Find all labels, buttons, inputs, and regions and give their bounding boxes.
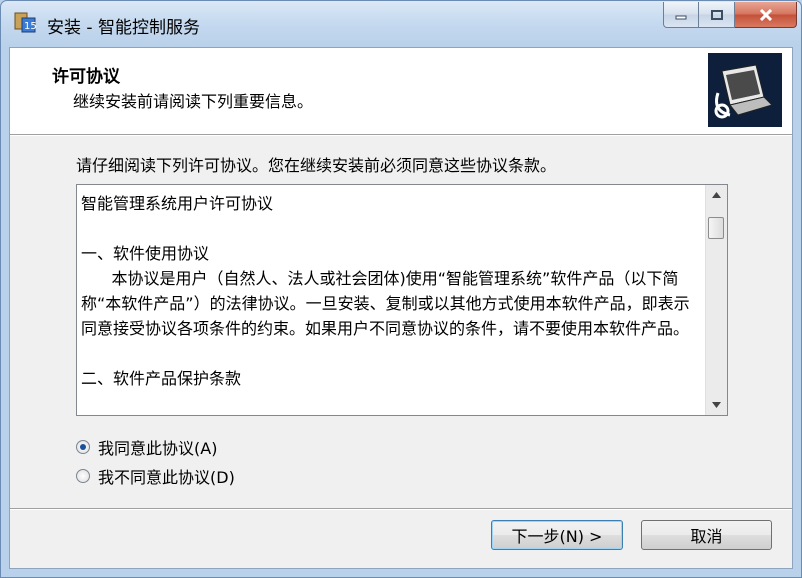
accept-radio[interactable] <box>76 440 90 454</box>
installer-app-icon: 15 <box>14 12 37 33</box>
decline-option[interactable]: 我不同意此协议(D) <box>76 464 235 488</box>
scroll-up-button[interactable] <box>706 185 727 205</box>
next-button[interactable]: 下一步(N) > <box>491 520 623 550</box>
page-subtitle: 继续安装前请阅读下列重要信息。 <box>73 92 314 111</box>
maximize-button[interactable] <box>699 2 735 28</box>
wizard-client-area: 许可协议 继续安装前请阅读下列重要信息。 请仔细阅读下列许可协议。您在继续安装前… <box>9 47 793 569</box>
page-title: 许可协议 <box>52 67 120 87</box>
installer-computer-icon <box>708 53 782 127</box>
close-button[interactable] <box>735 2 797 28</box>
cancel-button[interactable]: 取消 <box>641 520 772 550</box>
decline-radio[interactable] <box>76 469 90 483</box>
minimize-icon <box>675 15 687 19</box>
footer-separator <box>10 508 792 510</box>
svg-text:15: 15 <box>24 21 37 32</box>
maximize-icon <box>710 9 723 20</box>
window-title: 安装 - 智能控制服务 <box>47 18 200 38</box>
scroll-down-button[interactable] <box>706 395 727 415</box>
decline-label[interactable]: 我不同意此协议(D) <box>98 464 235 488</box>
license-prompt: 请仔细阅读下列许可协议。您在继续安装前必须同意这些协议条款。 <box>76 156 557 175</box>
accept-option[interactable]: 我同意此协议(A) <box>76 435 217 459</box>
close-icon <box>759 8 772 21</box>
scroll-thumb[interactable] <box>708 217 724 239</box>
installer-window: 15 安装 - 智能控制服务 许可协议 继续安装前请阅读下列重要信息。 请仔细阅… <box>0 0 802 578</box>
header-separator <box>10 134 792 136</box>
license-scrollbar[interactable] <box>705 185 727 415</box>
scroll-down-arrow-icon <box>712 402 721 408</box>
minimize-button[interactable] <box>663 2 699 28</box>
license-text: 智能管理系统用户许可协议 一、软件使用协议 本协议是用户（自然人、法人或社会团体… <box>81 194 690 388</box>
accept-label[interactable]: 我同意此协议(A) <box>98 435 217 459</box>
title-bar[interactable]: 15 安装 - 智能控制服务 <box>1 1 801 47</box>
wizard-header: 许可协议 继续安装前请阅读下列重要信息。 <box>10 48 792 134</box>
license-textbox[interactable]: 智能管理系统用户许可协议 一、软件使用协议 本协议是用户（自然人、法人或社会团体… <box>76 184 728 416</box>
scroll-up-arrow-icon <box>712 192 721 198</box>
